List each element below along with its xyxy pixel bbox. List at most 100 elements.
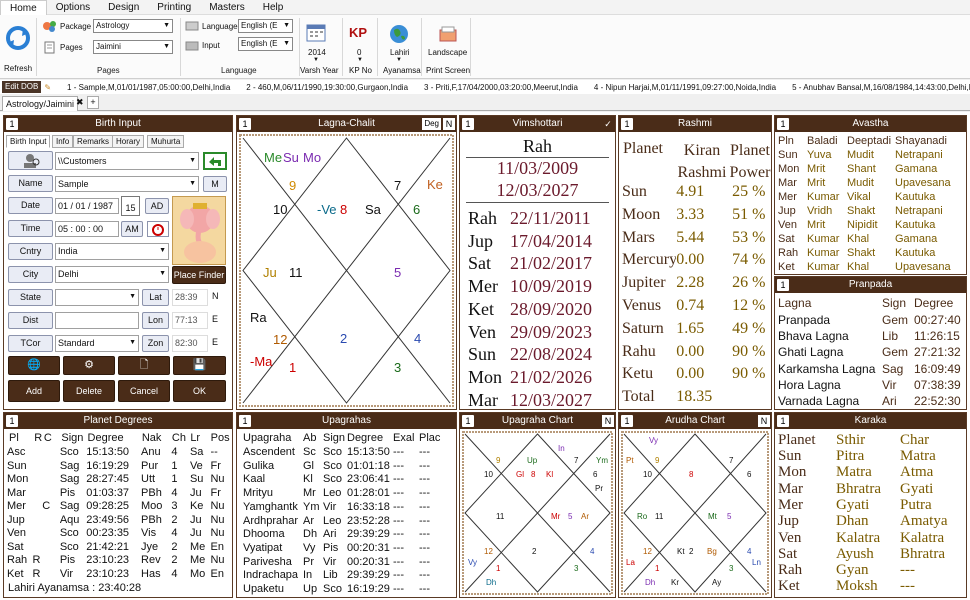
menu-design[interactable]: Design <box>99 0 148 15</box>
customer-folder-button[interactable] <box>8 151 53 170</box>
table-cell: Mar <box>778 177 797 189</box>
landscape-label[interactable]: Landscape <box>428 48 467 57</box>
north-toggle[interactable]: N <box>443 118 455 130</box>
place-finder-button[interactable]: Place Finder <box>172 266 226 284</box>
time-field[interactable]: 05 : 00 : 00 <box>55 221 119 237</box>
longitude-field[interactable]: 77:13 <box>172 312 208 329</box>
zone-label[interactable]: Zon <box>142 335 169 352</box>
state-select[interactable]: ▼ <box>55 289 139 306</box>
degree-toggle[interactable]: Deg <box>422 118 441 130</box>
north-toggle[interactable]: N <box>758 415 770 427</box>
tcor-label[interactable]: TCor <box>8 335 53 352</box>
menu-options[interactable]: Options <box>47 0 99 15</box>
calendar-icon[interactable] <box>306 23 326 43</box>
pages-select[interactable]: Jaimini ▼ <box>93 40 173 54</box>
city-select[interactable]: Delhi ▼ <box>55 266 169 283</box>
subtab-horary[interactable]: Horary <box>112 135 145 148</box>
gear-action-button[interactable]: ⚙ <box>63 356 115 375</box>
refresh-label[interactable]: Refresh <box>4 64 32 73</box>
table-cell: Mon <box>778 464 807 481</box>
subtab-info[interactable]: Info <box>52 135 74 148</box>
save-button[interactable]: 💾 <box>173 356 226 375</box>
menu-help[interactable]: Help <box>254 0 293 15</box>
input-select[interactable]: English (E ▼ <box>238 37 293 51</box>
menu-home[interactable]: Home <box>0 0 47 15</box>
clock-button[interactable] <box>147 221 169 237</box>
name-label[interactable]: Name <box>8 175 53 192</box>
table-cell: Gyati <box>900 480 934 497</box>
customer-path-select[interactable]: \\Customers ▼ <box>55 152 199 170</box>
north-toggle[interactable]: N <box>602 415 614 427</box>
subtab-remarks[interactable]: Remarks <box>73 135 114 148</box>
close-tab-icon[interactable]: ✖ <box>76 97 84 108</box>
name-field[interactable]: Sample ▼ <box>55 176 199 192</box>
table-cell: Sun <box>778 149 798 161</box>
city-label[interactable]: City <box>8 266 53 283</box>
dist-label[interactable]: Dist <box>8 312 53 329</box>
menu-masters[interactable]: Masters <box>200 0 254 15</box>
table-cell: 09:28:25 <box>86 500 130 512</box>
district-field[interactable] <box>55 312 139 329</box>
doc-tab-astrology-jaimini[interactable]: Astrology/Jaimini <box>2 96 79 111</box>
date-label[interactable]: Date <box>8 197 53 214</box>
lon-label[interactable]: Lon <box>142 312 169 329</box>
date-field[interactable]: 01 / 01 / 1987 <box>55 198 119 214</box>
new-file-button[interactable]: 🗋 <box>118 356 170 375</box>
recent-item[interactable]: 3 - Priti,F,17/04/2000,03:20:00,Meerut,I… <box>424 83 578 92</box>
refresh-icon[interactable] <box>5 25 31 51</box>
recent-item[interactable]: 4 - Nipun Harjai,M,01/11/1991,09:27:00,N… <box>594 83 776 92</box>
longitude-direction[interactable]: E <box>212 314 218 324</box>
table-cell: Kalatra <box>836 529 881 546</box>
kp-dropdown-icon[interactable]: ▼ <box>357 57 363 63</box>
country-select[interactable]: India ▼ <box>55 243 169 260</box>
latitude-direction[interactable]: N <box>212 291 219 301</box>
rashmi-row: Mars 5.44 53 % <box>622 229 771 247</box>
era-button[interactable]: AD <box>145 198 169 214</box>
menu-printing[interactable]: Printing <box>148 0 200 15</box>
time-label[interactable]: Time <box>8 220 53 237</box>
back-folder-button[interactable] <box>203 152 227 170</box>
language-select[interactable]: English (E ▼ <box>238 19 293 33</box>
latitude-field[interactable]: 28:39 <box>172 289 208 306</box>
lahiri-dropdown-icon[interactable]: ▼ <box>396 57 402 63</box>
ok-button[interactable]: OK <box>173 380 226 402</box>
table-cell: PBh <box>141 486 162 499</box>
year-dropdown-icon[interactable]: ▼ <box>313 57 319 63</box>
panel-number[interactable]: 1 <box>6 118 18 130</box>
edit-dob-button[interactable]: Edit DOB <box>2 81 42 93</box>
table-cell: --- <box>419 569 430 582</box>
recent-item[interactable]: 5 - Anubhav Bansal,M,16/08/1984,14:43:00… <box>792 83 970 92</box>
lat-label[interactable]: Lat <box>142 289 169 306</box>
am-pm-button[interactable]: AM <box>121 221 143 237</box>
add-tab-button[interactable]: + <box>87 96 99 109</box>
landscape-icon[interactable] <box>439 25 457 43</box>
package-select[interactable]: Astrology ▼ <box>93 19 173 33</box>
calendar-picker-icon[interactable]: 15 <box>121 196 140 216</box>
table-cell: Ven <box>778 529 802 546</box>
upagraha-row: Upaketu Up Sco 16:19:29 --- --- <box>243 583 456 595</box>
gender-button[interactable]: M <box>203 176 227 192</box>
globe-icon[interactable] <box>389 24 409 44</box>
kp-icon[interactable]: KP <box>349 25 367 40</box>
table-cell <box>32 446 42 458</box>
panel-number[interactable]: 1 <box>621 415 633 427</box>
subtab-birth-input[interactable]: Birth Input <box>6 135 51 148</box>
zone-direction[interactable]: E <box>212 337 218 347</box>
country-label[interactable]: Cntry <box>8 243 53 260</box>
recent-item[interactable]: 2 - 460,M,06/11/1990,19:30:00,Gurgaon,In… <box>246 83 408 92</box>
recent-item[interactable]: 1 - Sample,M,01/01/1987,05:00:00,Delhi,I… <box>67 83 230 92</box>
table-cell: Mrit <box>807 177 826 189</box>
time-correction-select[interactable]: Standard ▼ <box>55 335 139 352</box>
panel-number[interactable]: 1 <box>462 415 474 427</box>
globe-action-button[interactable]: 🌐 <box>8 356 60 375</box>
cancel-button[interactable]: Cancel <box>118 380 170 402</box>
panel-number[interactable]: 1 <box>239 118 251 130</box>
delete-button[interactable]: Delete <box>63 380 115 402</box>
chart-planet: Bg <box>707 547 717 556</box>
table-cell <box>42 568 60 580</box>
pencil-icon[interactable]: ✎ <box>44 83 51 92</box>
zone-field[interactable]: 82:30 <box>172 335 208 352</box>
add-button[interactable]: Add <box>8 380 60 402</box>
state-label[interactable]: State <box>8 289 53 306</box>
subtab-muhurta[interactable]: Muhurta <box>147 135 185 148</box>
